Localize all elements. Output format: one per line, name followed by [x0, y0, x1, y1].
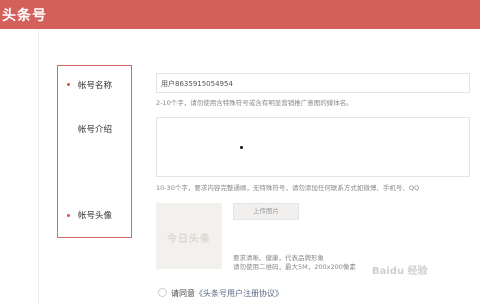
top-header-bar: 头条号: [0, 0, 480, 29]
mouse-cursor: [240, 146, 243, 149]
agreement-link[interactable]: 《头条号用户注册协议》: [195, 289, 283, 298]
avatar-preview: 今日头条: [156, 203, 222, 269]
agreement-radio[interactable]: [158, 288, 167, 297]
agreement-text: 请同意《头条号用户注册协议》: [171, 288, 283, 299]
account-intro-textarea[interactable]: [156, 117, 470, 177]
account-name-label: 帐号名称: [78, 81, 113, 91]
account-name-input[interactable]: 用户8635915054954: [156, 73, 470, 93]
account-name-value: 用户8635915054954: [161, 80, 233, 88]
account-intro-label: 帐号介绍: [78, 125, 113, 135]
avatar-hint-line2: 请勿使用二维码，最大5M，200x200像素: [233, 263, 356, 271]
account-intro-hint: 10-30个字，要求内容完整通顺，无特殊符号，请勿添加任何联系方式如微博、手机号…: [156, 184, 420, 192]
account-avatar-label: 帐号头像: [78, 211, 113, 221]
required-marker: [67, 83, 70, 86]
brand-logo-text: 头条号: [2, 8, 47, 24]
account-name-hint: 2-10个字，请勿使用含特殊符号或含有明显营销推广意图的媒体名。: [156, 99, 353, 107]
sidebar-divider: [38, 29, 39, 305]
required-marker: [67, 214, 70, 217]
agreement-prefix: 请同意: [171, 289, 195, 298]
baidu-watermark: Baidu 经验: [372, 266, 428, 277]
avatar-placeholder-logo: 今日头条: [167, 234, 211, 245]
upload-image-button[interactable]: 上传图片: [233, 203, 299, 220]
